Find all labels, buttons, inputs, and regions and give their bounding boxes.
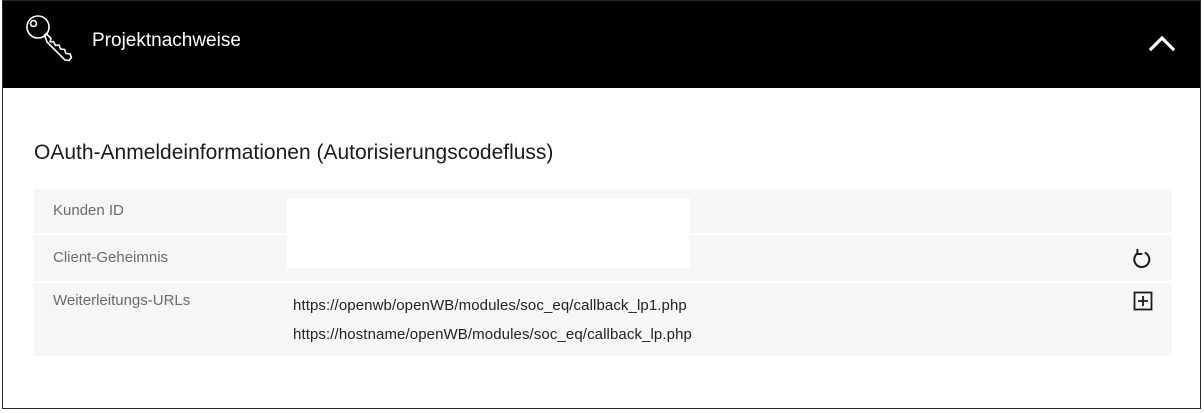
add-icon: [1133, 291, 1153, 311]
credentials-table: Kunden ID Client-Geheimnis Weiterleitung…: [34, 189, 1172, 356]
section-title: OAuth-Anmeldeinformationen (Autorisierun…: [34, 141, 554, 164]
panel-header[interactable]: Projektnachweise: [3, 1, 1200, 88]
redirect-url-item: https://hostname/openWB/modules/soc_eq/c…: [293, 326, 692, 343]
row-redirect-urls: Weiterleitungs-URLs https://openwb/openW…: [34, 283, 1172, 356]
refresh-icon: [1133, 248, 1151, 268]
redirect-url-item: https://openwb/openWB/modules/soc_eq/cal…: [293, 297, 687, 314]
panel-title: Projektnachweise: [92, 30, 241, 51]
regenerate-secret-button[interactable]: [1131, 248, 1153, 270]
key-icon: [23, 12, 77, 66]
client-secret-label: Client-Geheimnis: [53, 249, 169, 266]
masked-values-block: [287, 198, 690, 268]
collapse-button[interactable]: [1142, 26, 1182, 60]
redirect-url-list: https://openwb/openWB/modules/soc_eq/cal…: [293, 291, 692, 349]
redirect-urls-label: Weiterleitungs-URLs: [53, 292, 191, 309]
customer-id-label: Kunden ID: [53, 202, 124, 219]
chevron-up-icon: [1148, 35, 1176, 52]
credentials-panel: Projektnachweise OAuth-Anmeldeinformatio…: [2, 0, 1201, 409]
add-url-button[interactable]: [1133, 291, 1153, 311]
row-customer-id: Kunden ID: [34, 189, 1172, 268]
